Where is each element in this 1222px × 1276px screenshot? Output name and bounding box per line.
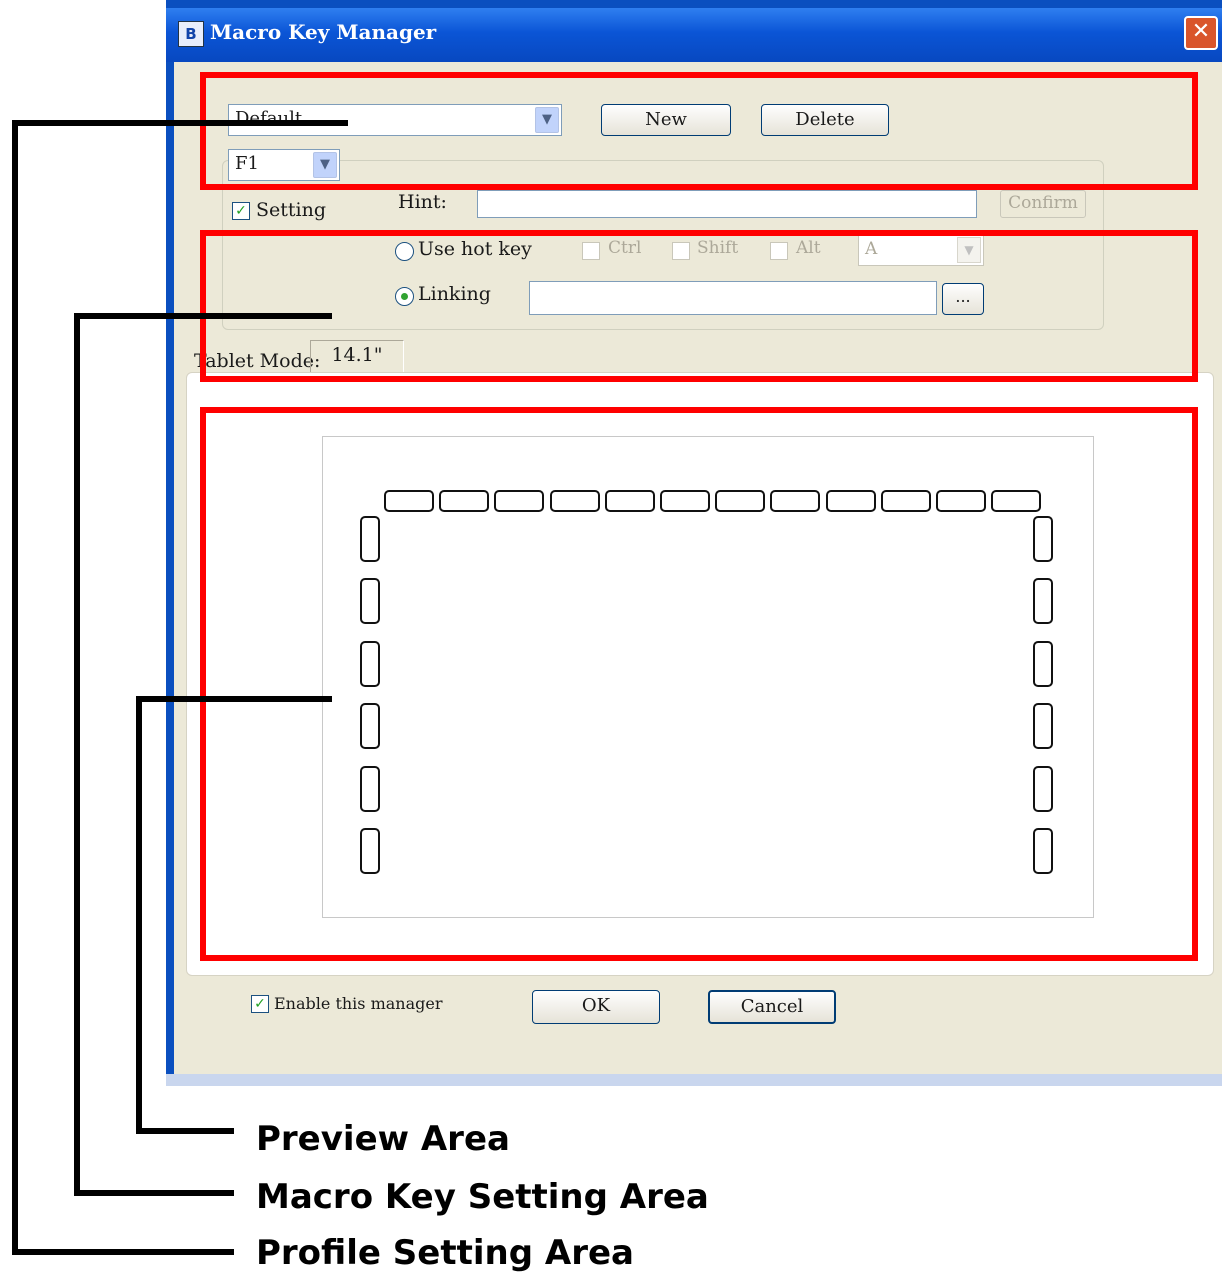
profile-leader-bottom [12,1249,234,1255]
profile-leader-vertical [12,120,18,1255]
preview-leader-vertical [136,696,142,1134]
profile-setting-highlight [200,72,1198,190]
macro-key-setting-area-callout: Macro Key Setting Area [256,1177,709,1217]
app-icon: B [178,21,204,47]
confirm-button[interactable]: Confirm [1000,190,1086,218]
window-title: Macro Key Manager [210,20,437,44]
enable-manager-checkbox[interactable]: ✓ [251,995,269,1013]
macro-leader-vertical [74,313,80,1196]
setting-checkbox[interactable]: ✓ [232,202,250,220]
preview-highlight [200,407,1198,961]
macro-leader-bottom [74,1190,234,1196]
window-bottom-edge [166,1074,1222,1086]
cancel-button[interactable]: Cancel [708,990,836,1024]
hint-input[interactable] [477,190,977,218]
close-button[interactable]: ✕ [1184,16,1218,50]
preview-leader-bottom [136,1128,234,1134]
ok-button[interactable]: OK [532,990,660,1024]
setting-label: Setting [256,199,327,221]
profile-leader-top [12,120,348,126]
hint-label: Hint: [398,191,447,213]
macro-key-setting-highlight [200,230,1198,382]
enable-manager-label: Enable this manager [274,994,443,1013]
macro-leader-top [74,313,332,319]
preview-area-callout: Preview Area [256,1119,510,1159]
preview-leader-top [136,696,332,702]
profile-setting-area-callout: Profile Setting Area [256,1233,634,1273]
